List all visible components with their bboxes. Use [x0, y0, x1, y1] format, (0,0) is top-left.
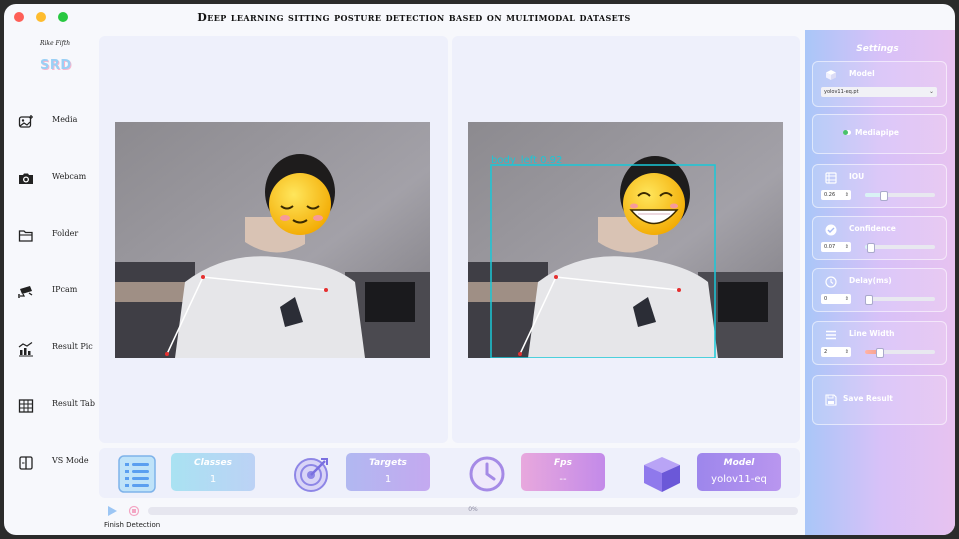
sidebar: Rike Fifth SRD Media Webcam Folder IPcam…: [8, 32, 98, 532]
classes-card: Classes 1: [171, 453, 255, 491]
delay-setting: Delay(ms) 0 ⇕: [812, 268, 947, 312]
delay-label: Delay(ms): [849, 276, 892, 285]
line-width-setting: Line Width 2 ⇕: [812, 321, 947, 365]
iou-spinbox[interactable]: 0.26 ⇕: [821, 190, 851, 200]
model-card: Model yolov11-eq: [697, 453, 781, 491]
app-logo: SRD: [40, 58, 72, 73]
sidebar-item-label: IPcam: [52, 285, 78, 294]
result-frame: body_left 0.92: [468, 122, 783, 358]
confidence-setting: Confidence 0.07 ⇕: [812, 216, 947, 260]
table-icon: [18, 399, 34, 413]
sidebar-item-webcam[interactable]: Webcam: [8, 167, 100, 191]
chart-icon: [18, 342, 33, 357]
check-circle-icon: [825, 224, 837, 236]
sliders-icon: [825, 172, 837, 184]
classes-label: Classes: [194, 458, 232, 468]
settings-title: Settings: [856, 44, 899, 54]
save-result-button[interactable]: Save Result: [812, 375, 947, 425]
targets-label: Targets: [369, 458, 407, 468]
camera-icon: [19, 173, 33, 184]
app-window: Deep learning sitting posture detection …: [4, 4, 955, 535]
sidebar-item-vs-mode[interactable]: VS Mode: [8, 451, 100, 475]
menu-icon: [826, 330, 836, 340]
classes-value: 1: [209, 474, 217, 485]
list-icon: [118, 455, 156, 493]
line-width-spinbox[interactable]: 2 ⇕: [821, 347, 851, 357]
progress-bar: 0%: [148, 506, 798, 515]
cube-icon: [826, 70, 836, 80]
sidebar-item-result-pic[interactable]: Result Pic: [8, 337, 100, 361]
mediapipe-setting: Mediapipe: [812, 114, 947, 154]
detection-label: body_left 0.92: [491, 155, 562, 166]
stats-bar: Classes 1 Targets 1 Fps -- Model yolov11…: [99, 448, 800, 498]
minimize-window-button[interactable]: [36, 12, 46, 22]
targets-card: Targets 1: [346, 453, 430, 491]
result-image-panel: body_left 0.92: [452, 36, 800, 443]
sidebar-item-result-tab[interactable]: Result Tab: [8, 394, 100, 418]
line-width-slider[interactable]: [865, 348, 935, 358]
sidebar-item-folder[interactable]: Folder: [8, 224, 100, 248]
model-setting-label: Model: [849, 69, 875, 78]
targets-value: 1: [384, 474, 392, 485]
original-frame: [115, 122, 430, 358]
sidebar-item-label: VS Mode: [52, 456, 89, 465]
model-value: yolov11-eq: [711, 474, 767, 485]
sidebar-item-media[interactable]: Media: [8, 110, 100, 134]
progress-row: 0%: [104, 504, 804, 518]
iou-slider[interactable]: [865, 191, 935, 201]
clock-icon: [825, 276, 837, 288]
model-label: Model: [723, 458, 755, 468]
original-image-panel: [99, 36, 448, 443]
sidebar-item-label: Folder: [52, 229, 79, 238]
save-result-label: Save Result: [843, 394, 893, 403]
sidebar-item-label: Result Tab: [52, 399, 95, 408]
fps-label: Fps: [554, 458, 572, 468]
chevron-down-icon: ⌄: [928, 88, 934, 95]
delay-slider[interactable]: [865, 295, 935, 305]
maximize-window-button[interactable]: [58, 12, 68, 22]
window-title: Deep learning sitting posture detection …: [197, 11, 631, 24]
iou-label: IOU: [849, 172, 865, 181]
sidebar-item-ipcam[interactable]: IPcam: [8, 280, 100, 304]
progress-text: 0%: [468, 506, 478, 513]
model-setting: Model yolov11-eq.pt ⌄: [812, 61, 947, 107]
cctv-icon: [18, 286, 33, 298]
confidence-spinbox[interactable]: 0.07 ⇕: [821, 242, 851, 252]
clock-icon: [469, 456, 505, 492]
delay-spinbox[interactable]: 0 ⇕: [821, 294, 851, 304]
iou-setting: IOU 0.26 ⇕: [812, 164, 947, 208]
model-select[interactable]: yolov11-eq.pt ⌄: [821, 87, 937, 97]
mediapipe-label: Mediapipe: [855, 128, 899, 137]
mediapipe-toggle[interactable]: [843, 130, 851, 135]
confidence-label: Confidence: [849, 224, 896, 233]
settings-panel: Settings Model yolov11-eq.pt ⌄ Mediapipe …: [805, 30, 955, 535]
status-text: Finish Detection: [104, 521, 161, 529]
fps-card: Fps --: [521, 453, 605, 491]
save-icon: [825, 394, 837, 406]
line-width-label: Line Width: [849, 329, 895, 338]
close-window-button[interactable]: [14, 12, 24, 22]
sidebar-item-label: Media: [52, 115, 78, 124]
folder-icon: [18, 230, 33, 242]
fps-value: --: [559, 474, 567, 485]
cube-icon: [644, 457, 680, 492]
play-button[interactable]: [106, 505, 118, 517]
confidence-slider[interactable]: [865, 243, 935, 253]
target-icon: [294, 458, 328, 492]
sidebar-item-label: Webcam: [52, 172, 87, 181]
author-name: Rike Fifth: [40, 40, 71, 47]
image-add-icon: [18, 115, 33, 128]
sidebar-item-label: Result Pic: [52, 342, 93, 351]
split-view-icon: [19, 456, 33, 470]
stop-button[interactable]: [128, 505, 140, 517]
